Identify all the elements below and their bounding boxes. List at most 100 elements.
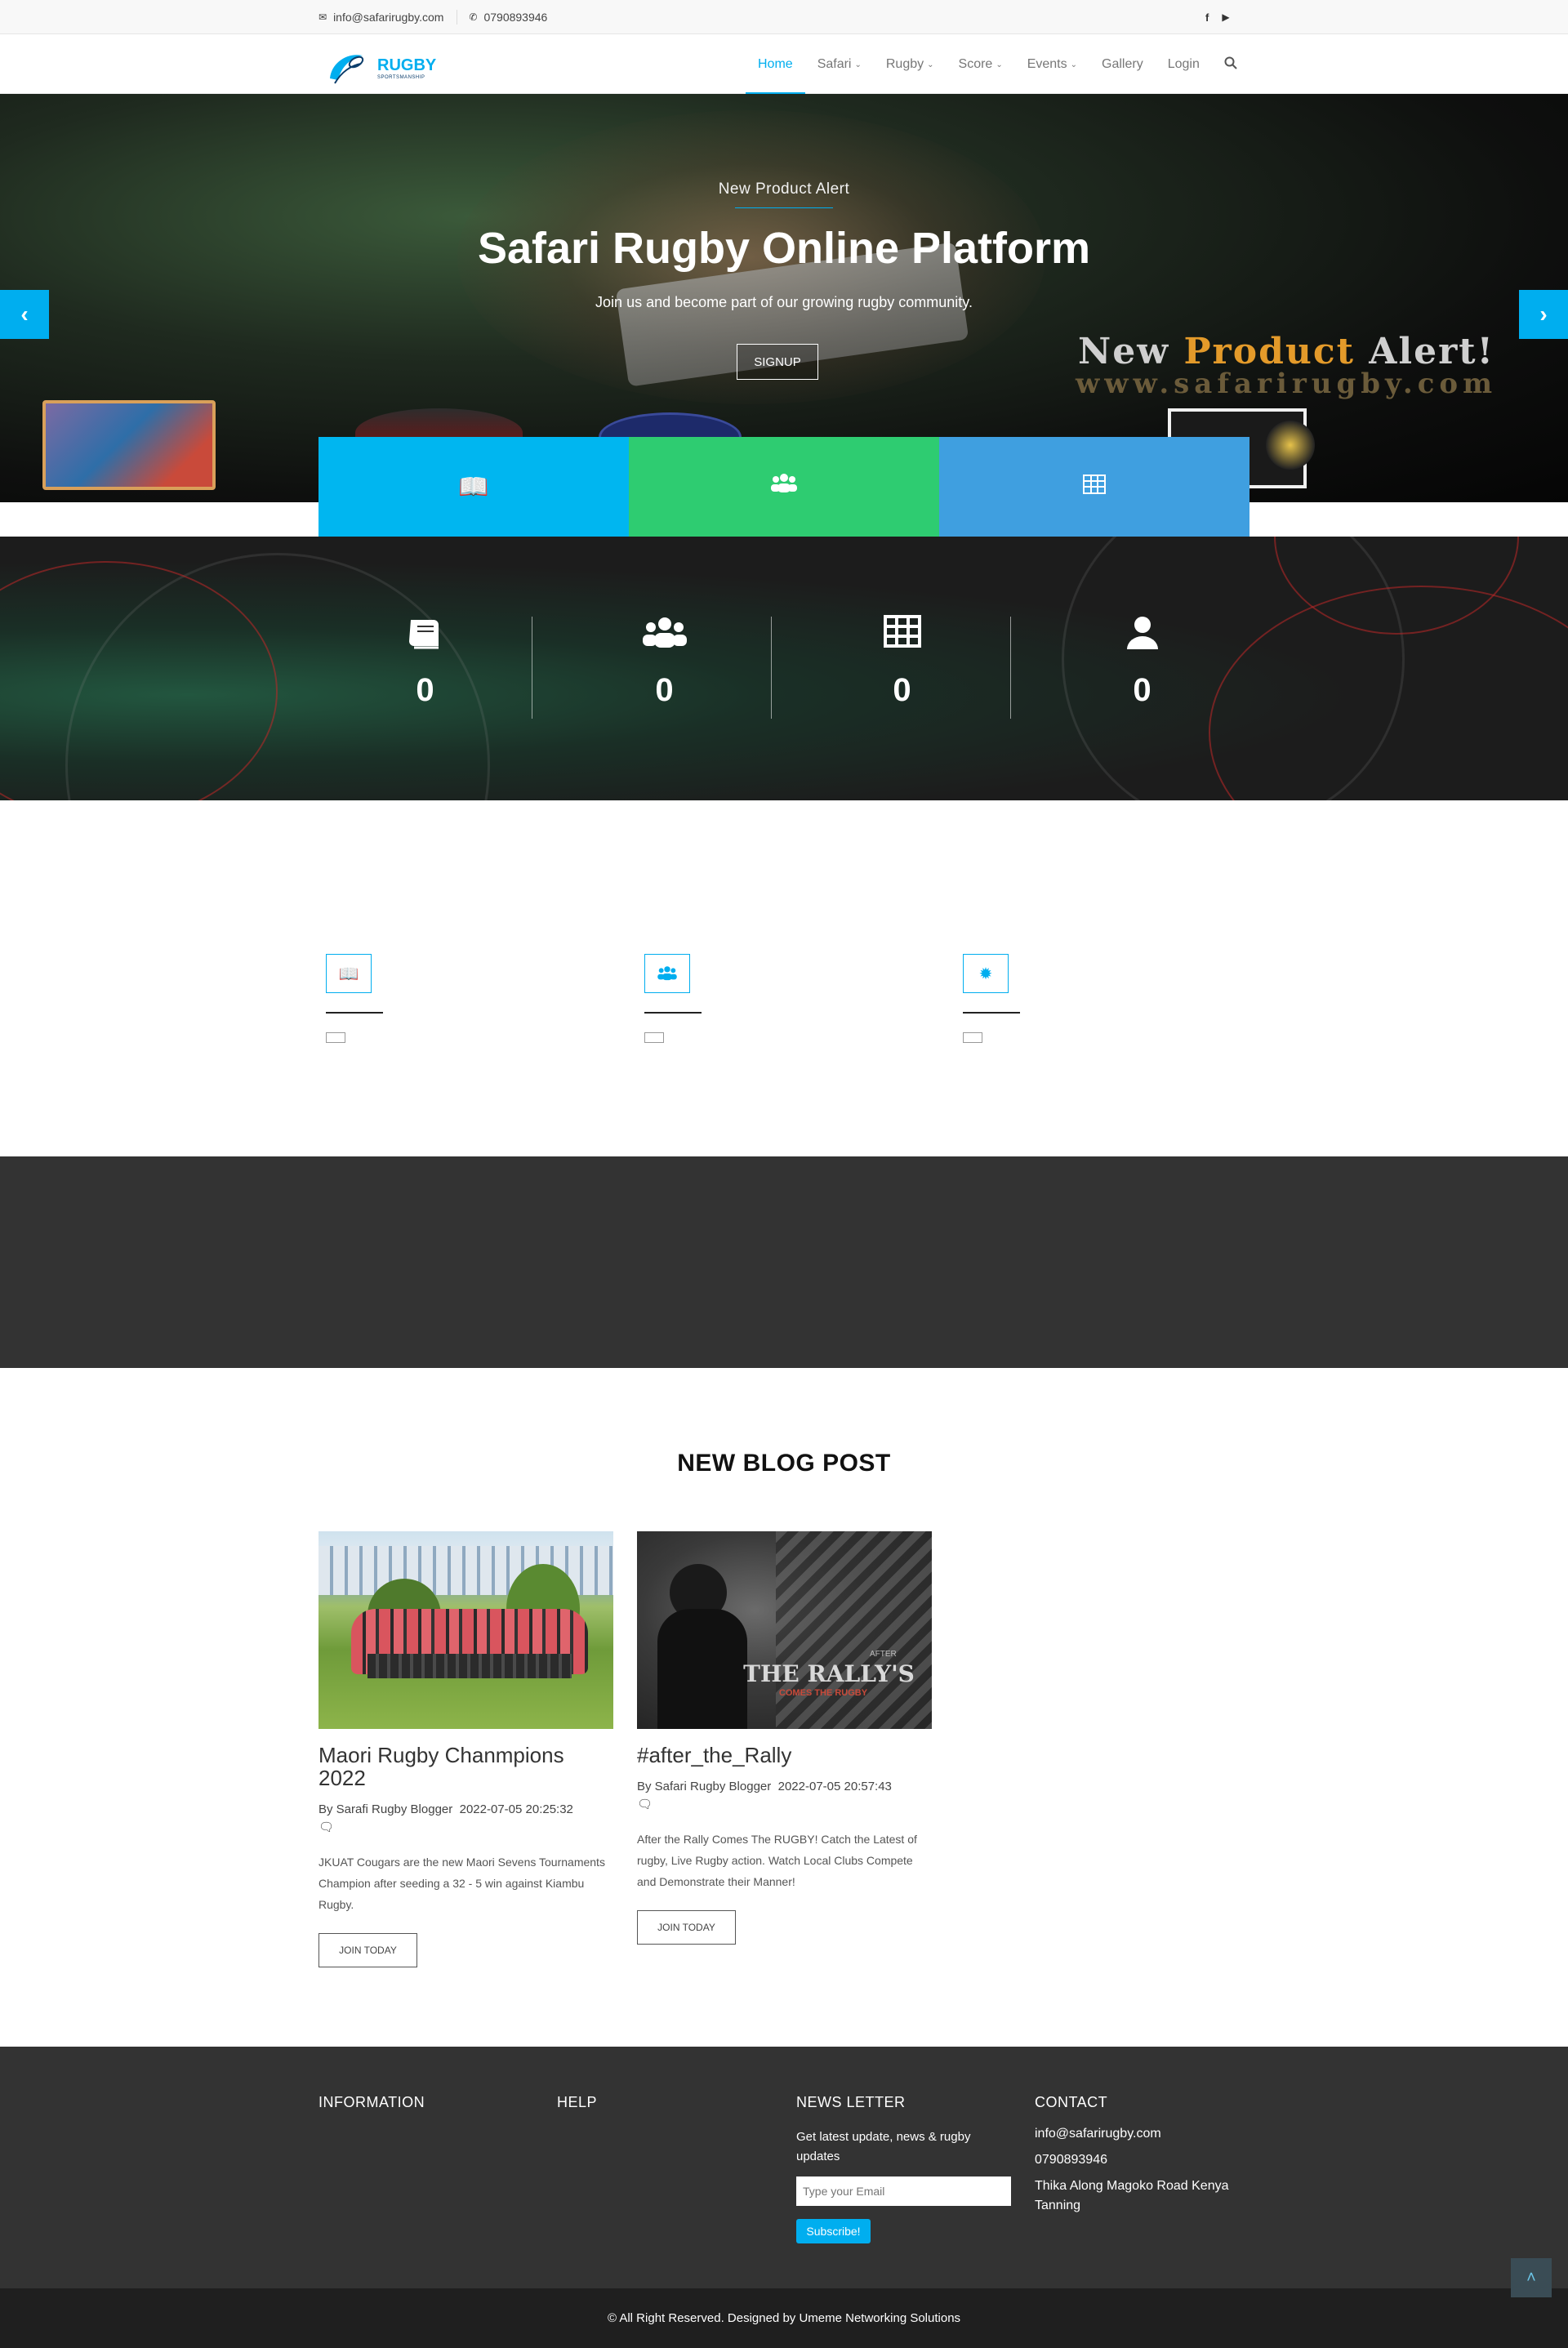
newsletter-text: Get latest update, news & rugby updates — [796, 2130, 971, 2163]
slider-next-button[interactable]: › — [1519, 290, 1568, 339]
feature-box-scores[interactable] — [939, 437, 1250, 537]
chevron-down-icon: ⌄ — [927, 60, 934, 69]
blog-post-description: After the Rally Comes The RUGBY! Catch t… — [637, 1833, 917, 1888]
nav-menu: Home Safari ⌄ Rugby ⌄ Score ⌄ Events ⌄ Galle… — [746, 35, 1250, 94]
site-logo[interactable]: RUGBY SPORTSMANSHIP — [323, 47, 454, 88]
slider-prev-button[interactable]: ‹ — [0, 290, 49, 339]
chevron-up-icon: ˄ — [1526, 2268, 1536, 2287]
divider — [326, 1012, 383, 1014]
blog-post-title[interactable]: #after_the_Rally — [637, 1744, 932, 1767]
users-icon — [644, 954, 690, 993]
table-icon — [1083, 473, 1106, 501]
nav-item-gallery[interactable]: Gallery — [1089, 35, 1156, 94]
site-footer: INFORMATION HELP NEWS LETTER Get latest … — [0, 2047, 1568, 2288]
footer-help: HELP — [557, 2094, 597, 2111]
svg-text:SPORTSMANSHIP: SPORTSMANSHIP — [377, 75, 425, 80]
stat-members: 0 — [1022, 537, 1262, 800]
user-icon — [1022, 615, 1262, 660]
divider — [771, 617, 772, 719]
service-button[interactable] — [963, 1032, 982, 1043]
blog-post: Maori Rugby Chanmpions 2022 By Sarafi Ru… — [318, 1531, 613, 1967]
nav-item-home[interactable]: Home — [746, 35, 805, 94]
comment-icon[interactable]: 🗨 — [637, 1798, 653, 1811]
stat-value: 0 — [893, 672, 911, 708]
book-icon: 📖 — [458, 473, 489, 501]
blog-post-image[interactable] — [318, 1531, 613, 1729]
book-icon — [305, 615, 545, 660]
service-block: 📖 — [326, 954, 399, 1043]
divider — [1010, 617, 1011, 719]
stat-teams: 0 — [545, 537, 784, 800]
blog-post: THE RALLY'S COMES THE RUGBY AFTER #after… — [637, 1531, 932, 1945]
footer-heading: CONTACT — [1035, 2094, 1108, 2110]
footer-contact: CONTACT info@safarirugby.com 0790893946 … — [1035, 2094, 1255, 2216]
overline-underline — [735, 207, 833, 208]
nav-item-login[interactable]: Login — [1156, 35, 1212, 94]
top-phone-link[interactable]: 0790893946 — [483, 11, 547, 24]
contact-phone[interactable]: 0790893946 — [1035, 2150, 1255, 2170]
footer-newsletter: NEWS LETTER Get latest update, news & ru… — [796, 2094, 1011, 2243]
blog-post-image[interactable]: THE RALLY'S COMES THE RUGBY AFTER — [637, 1531, 932, 1729]
blog-heading: NEW BLOG POST — [677, 1450, 891, 1477]
service-button[interactable] — [326, 1032, 345, 1043]
service-block — [644, 954, 718, 1043]
svg-text:RUGBY: RUGBY — [377, 56, 437, 74]
contact-address: Thika Along Magoko Road Kenya Tanning — [1035, 2179, 1229, 2212]
nav-item-rugby[interactable]: Rugby ⌄ — [874, 35, 947, 94]
hero-title: Safari Rugby Online Platform — [477, 224, 1091, 273]
signup-button[interactable]: SIGNUP — [737, 344, 818, 380]
stat-courses: 0 — [305, 537, 545, 800]
nav-item-score[interactable]: Score ⌄ — [947, 35, 1015, 94]
nav-item-events[interactable]: Events ⌄ — [1015, 35, 1089, 94]
blog-post-meta: By Sarafi Rugby Blogger 2022-07-05 20:25… — [318, 1802, 573, 1834]
footer-information: INFORMATION — [318, 2094, 425, 2111]
search-icon[interactable] — [1212, 56, 1250, 74]
comment-icon[interactable]: 🗨 — [318, 1820, 334, 1834]
stat-scores: 0 — [782, 537, 1022, 800]
stat-value: 0 — [416, 672, 434, 708]
dark-section — [0, 1156, 1568, 1368]
top-bar: ✉ info@safarirugby.com ✆ 0790893946 f ▶ — [0, 0, 1568, 34]
book-icon: 📖 — [326, 954, 372, 993]
stat-value: 0 — [1133, 672, 1152, 708]
badge-icon: ✹ — [963, 954, 1009, 993]
hero-overline: New Product Alert — [718, 180, 850, 198]
club-logo — [42, 400, 216, 490]
footer-heading: NEWS LETTER — [796, 2094, 906, 2110]
phone-icon: ✆ — [469, 11, 478, 23]
club-logo — [1266, 421, 1315, 470]
facebook-icon[interactable]: f — [1205, 11, 1209, 24]
divider — [963, 1012, 1020, 1014]
service-block: ✹ — [963, 954, 1036, 1043]
copyright-text: © All Right Reserved. Designed by Umeme … — [607, 2311, 961, 2325]
newsletter-email-input[interactable] — [796, 2176, 1011, 2206]
subscribe-button[interactable]: Subscribe! — [796, 2219, 871, 2243]
users-icon — [770, 471, 798, 502]
join-today-button[interactable]: JOIN TODAY — [318, 1933, 417, 1967]
table-icon — [782, 615, 1022, 657]
chevron-down-icon: ⌄ — [854, 60, 862, 69]
hero-overlay-text: New Product Alert! www.safarirugby.com — [1075, 331, 1498, 400]
stat-value: 0 — [655, 672, 674, 708]
nav-item-safari[interactable]: Safari ⌄ — [805, 35, 874, 94]
feature-box-courses[interactable]: 📖 — [318, 437, 629, 537]
top-email-link[interactable]: info@safarirugby.com — [333, 11, 443, 24]
service-button[interactable] — [644, 1032, 664, 1043]
blog-post-description: JKUAT Cougars are the new Maori Sevens T… — [318, 1856, 605, 1911]
chevron-down-icon: ⌄ — [996, 60, 1003, 69]
main-navbar: RUGBY SPORTSMANSHIP Home Safari ⌄ Rugby ⌄ … — [0, 35, 1568, 94]
top-contact: ✉ info@safarirugby.com ✆ 0790893946 — [318, 0, 547, 34]
footer-heading: HELP — [557, 2094, 598, 2110]
contact-email[interactable]: info@safarirugby.com — [1035, 2124, 1255, 2144]
feature-box-teams[interactable] — [629, 437, 939, 537]
youtube-icon[interactable]: ▶ — [1222, 11, 1229, 23]
hero-subtitle: Join us and become part of our growing r… — [595, 294, 973, 310]
footer-heading: INFORMATION — [318, 2094, 425, 2110]
blog-post-title[interactable]: Maori Rugby Chanmpions 2022 — [318, 1744, 613, 1789]
stats-section: 0 0 0 0 — [0, 537, 1568, 800]
chevron-right-icon: › — [1539, 301, 1548, 327]
back-to-top-button[interactable]: ˄ — [1511, 2258, 1552, 2297]
join-today-button[interactable]: JOIN TODAY — [637, 1910, 736, 1945]
social-links: f ▶ — [1205, 0, 1230, 34]
chevron-left-icon: ‹ — [20, 301, 29, 327]
